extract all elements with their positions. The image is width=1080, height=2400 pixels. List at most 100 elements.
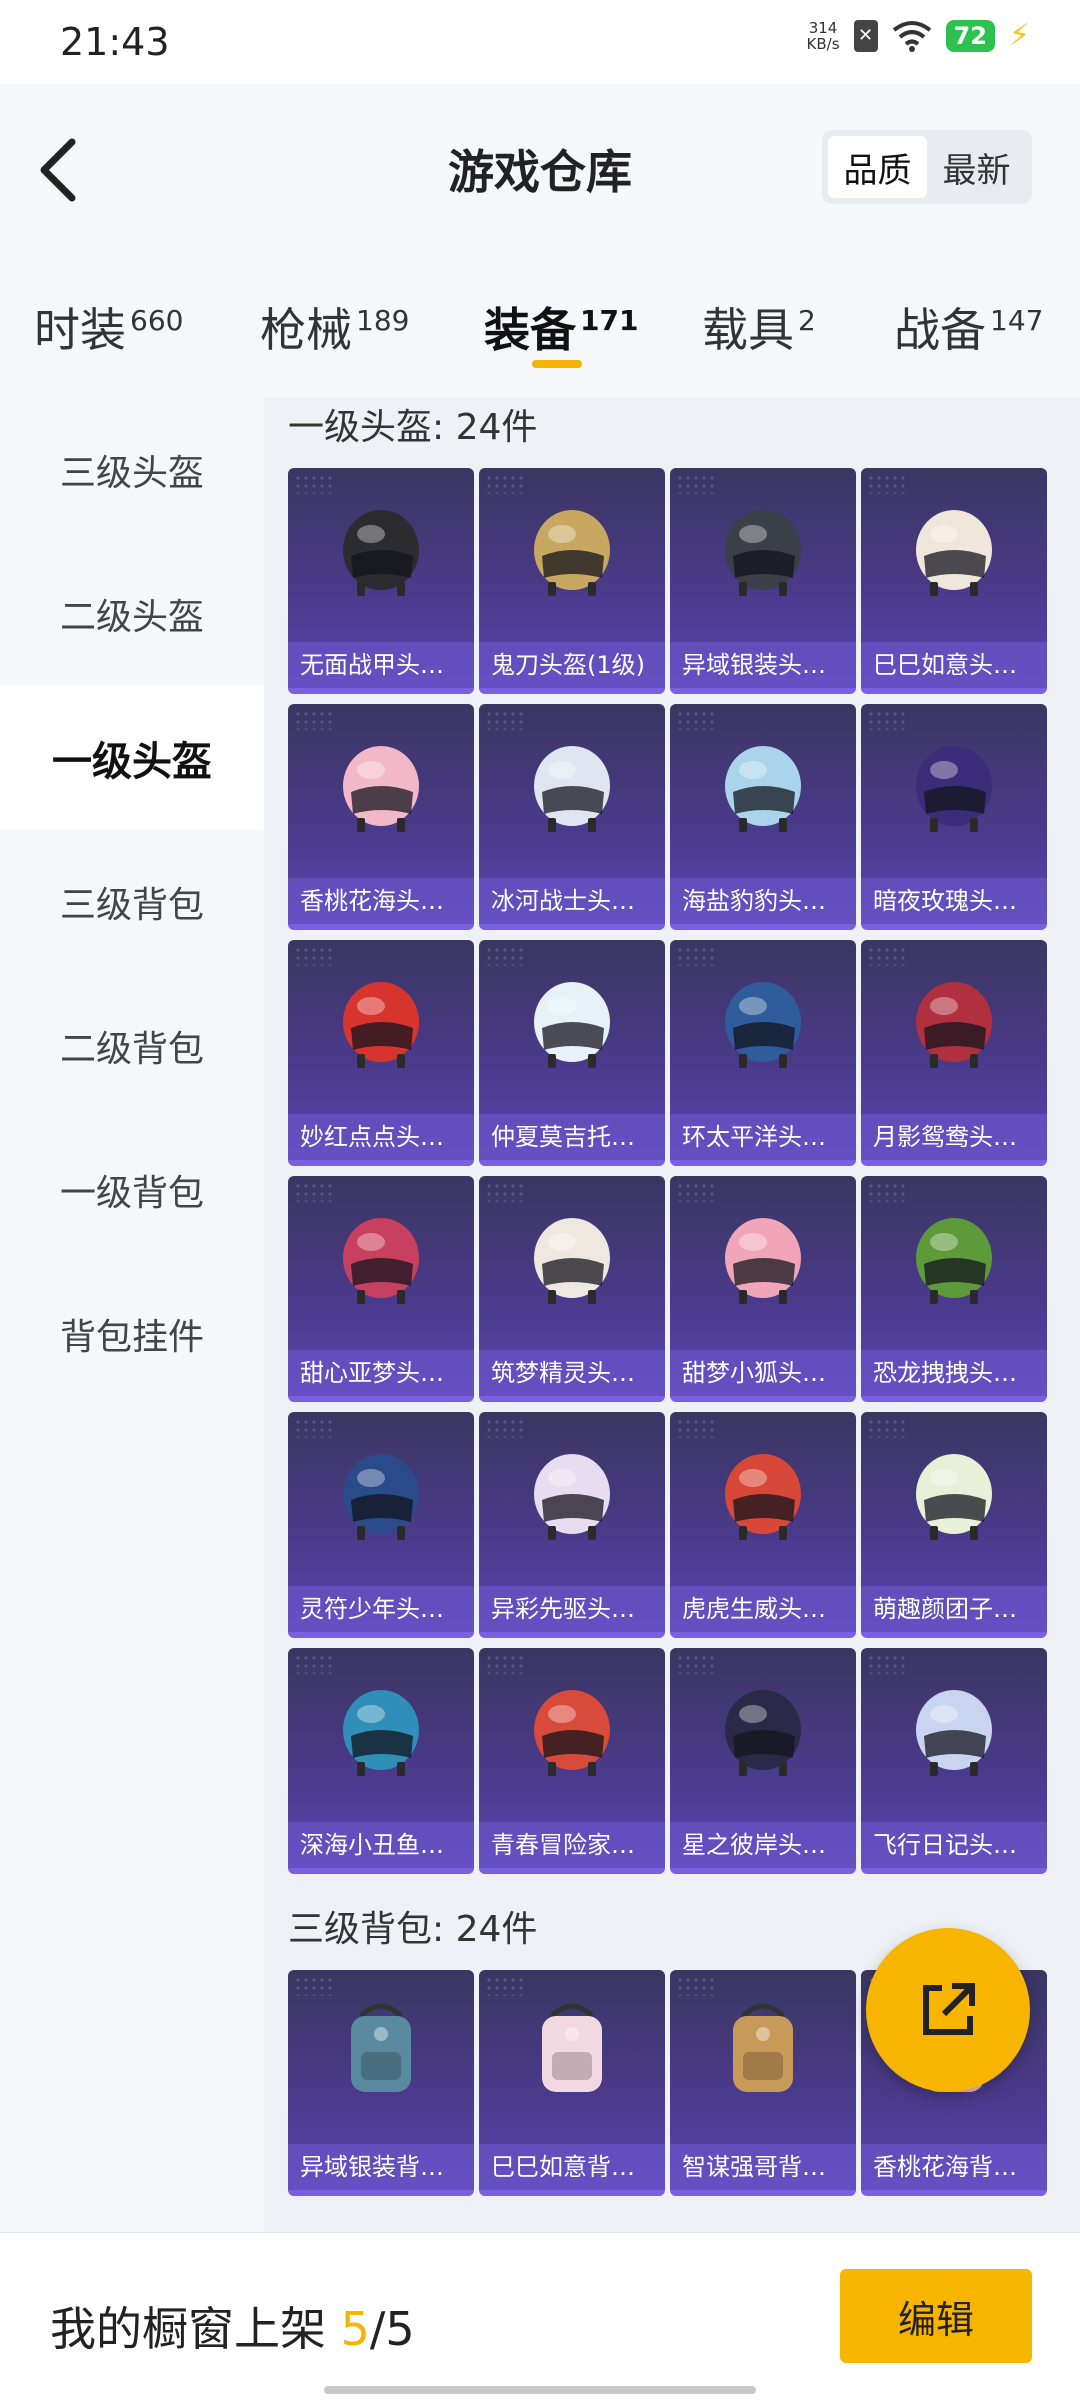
status-time: 21:43 xyxy=(60,20,170,64)
tab-label: 装备 xyxy=(484,303,576,357)
sidebar-item-level1-backpack[interactable]: 一级背包 xyxy=(0,1118,264,1262)
tab-equipment[interactable]: 装备 171 xyxy=(484,294,638,360)
helmet-item-card[interactable]: 暗夜玫瑰头… xyxy=(861,704,1047,930)
backpack-item-card[interactable]: 异域银装背… xyxy=(288,1970,474,2196)
helmet-icon xyxy=(522,1440,622,1550)
tab-count: 2 xyxy=(798,303,816,337)
helmet-item-card[interactable]: 海盐豹豹头… xyxy=(670,704,856,930)
edit-button[interactable]: 编辑 xyxy=(840,2269,1032,2363)
tab-guns[interactable]: 枪械 189 xyxy=(260,294,409,360)
helmet-item-card[interactable]: 月影鸳鸯头… xyxy=(861,940,1047,1166)
helmet-item-card[interactable]: 甜心亚梦头… xyxy=(288,1176,474,1402)
helmet-icon xyxy=(522,732,622,842)
helmet-item-card[interactable]: 妙红点点头… xyxy=(288,940,474,1166)
helmet-item-card[interactable]: 冰河战士头… xyxy=(479,704,665,930)
card-label: 海盐豹豹头… xyxy=(670,878,856,924)
helmet-icon xyxy=(331,1204,431,1314)
battery-indicator: 72 xyxy=(945,19,995,52)
header: 游戏仓库 品质 最新 xyxy=(0,84,1080,280)
sidebar-item-level2-helmet[interactable]: 二级头盔 xyxy=(0,542,264,686)
card-label: 异域银装背… xyxy=(288,2144,474,2190)
helmet-icon xyxy=(713,1440,813,1550)
helmet-icon xyxy=(713,1676,813,1786)
sidebar-item-level2-backpack[interactable]: 二级背包 xyxy=(0,974,264,1118)
card-label: 环太平洋头… xyxy=(670,1114,856,1160)
helmet-item-card[interactable]: 异域银装头… xyxy=(670,468,856,694)
tab-fashion[interactable]: 时装 660 xyxy=(34,294,183,360)
helmet-icon xyxy=(522,496,622,606)
backpack-item-card[interactable]: 智谋强哥背… xyxy=(670,1970,856,2196)
sidebar-item-level1-helmet[interactable]: 一级头盔 xyxy=(0,686,264,830)
net-speed: 314 KB/s xyxy=(807,20,840,52)
helmet-item-card[interactable]: 甜梦小狐头… xyxy=(670,1176,856,1402)
status-icons: 314 KB/s ✕ 72 ⚡ xyxy=(807,18,1030,53)
helmet-icon xyxy=(713,1204,813,1314)
helmet-icon xyxy=(331,968,431,1078)
home-indicator[interactable] xyxy=(324,2386,756,2394)
helmet-item-card[interactable]: 异彩先驱头… xyxy=(479,1412,665,1638)
card-pattern xyxy=(676,1182,716,1202)
card-pattern xyxy=(867,1182,907,1202)
card-label: 巳巳如意背… xyxy=(479,2144,665,2190)
backpack-item-card[interactable]: 巳巳如意背… xyxy=(479,1970,665,2196)
card-label: 冰河战士头… xyxy=(479,878,665,924)
tab-label: 战备 xyxy=(894,303,986,357)
helmet-icon xyxy=(713,732,813,842)
helmet-item-card[interactable]: 筑梦精灵头… xyxy=(479,1176,665,1402)
card-pattern xyxy=(676,1976,716,1996)
card-pattern xyxy=(676,946,716,966)
card-label: 智谋强哥背… xyxy=(670,2144,856,2190)
sort-toggle[interactable]: 品质 最新 xyxy=(822,130,1032,204)
helmet-item-card[interactable]: 无面战甲头… xyxy=(288,468,474,694)
tab-vehicles[interactable]: 载具 2 xyxy=(702,294,816,360)
card-label: 飞行日记头… xyxy=(861,1822,1047,1868)
sort-option-quality[interactable]: 品质 xyxy=(828,136,927,198)
helmet-item-card[interactable]: 恐龙拽拽头… xyxy=(861,1176,1047,1402)
helmet-item-card[interactable]: 鬼刀头盔(1级) xyxy=(479,468,665,694)
helmet-item-card[interactable]: 虎虎生威头… xyxy=(670,1412,856,1638)
card-label: 无面战甲头… xyxy=(288,642,474,688)
card-pattern xyxy=(676,474,716,494)
helmet-item-card[interactable]: 灵符少年头… xyxy=(288,1412,474,1638)
net-speed-value: 314 xyxy=(808,18,838,37)
helmet-icon xyxy=(904,1676,1004,1786)
card-label: 灵符少年头… xyxy=(288,1586,474,1632)
card-pattern xyxy=(485,946,525,966)
tab-gear[interactable]: 战备 147 xyxy=(894,294,1043,360)
helmet-icon xyxy=(904,732,1004,842)
card-pattern xyxy=(867,1654,907,1674)
sidebar-item-backpack-charm[interactable]: 背包挂件 xyxy=(0,1262,264,1406)
card-label: 虎虎生威头… xyxy=(670,1586,856,1632)
showcase-status: 我的橱窗上架 5/5 xyxy=(50,2293,415,2359)
sidebar-item-level3-backpack[interactable]: 三级背包 xyxy=(0,830,264,974)
helmet-item-card[interactable]: 巳巳如意头… xyxy=(861,468,1047,694)
card-label: 萌趣颜团子… xyxy=(861,1586,1047,1632)
card-label: 异域银装头… xyxy=(670,642,856,688)
helmet-item-card[interactable]: 仲夏莫吉托… xyxy=(479,940,665,1166)
helmet-icon xyxy=(522,1676,622,1786)
card-pattern xyxy=(485,1182,525,1202)
card-label: 恐龙拽拽头… xyxy=(861,1350,1047,1396)
helmet-item-card[interactable]: 飞行日记头… xyxy=(861,1648,1047,1874)
bottom-bar: 我的橱窗上架 5/5 编辑 xyxy=(0,2232,1080,2400)
status-bar: 21:43 314 KB/s ✕ 72 ⚡ xyxy=(0,0,1080,84)
card-label: 甜梦小狐头… xyxy=(670,1350,856,1396)
helmet-item-card[interactable]: 青春冒险家… xyxy=(479,1648,665,1874)
helmet-item-card[interactable]: 萌趣颜团子… xyxy=(861,1412,1047,1638)
card-pattern xyxy=(485,1976,525,1996)
sidebar-item-level3-helmet[interactable]: 三级头盔 xyxy=(0,398,264,542)
share-button[interactable] xyxy=(866,1928,1030,2092)
card-pattern xyxy=(485,1418,525,1438)
backpack-icon xyxy=(713,1998,813,2108)
card-label: 异彩先驱头… xyxy=(479,1586,665,1632)
helmet-icon xyxy=(522,1204,622,1314)
helmet-icon xyxy=(713,496,813,606)
helmet-item-card[interactable]: 环太平洋头… xyxy=(670,940,856,1166)
card-pattern xyxy=(294,1182,334,1202)
helmet-item-card[interactable]: 香桃花海头… xyxy=(288,704,474,930)
sort-option-newest[interactable]: 最新 xyxy=(927,136,1026,198)
helmet-item-card[interactable]: 星之彼岸头… xyxy=(670,1648,856,1874)
helmet-item-card[interactable]: 深海小丑鱼… xyxy=(288,1648,474,1874)
card-pattern xyxy=(485,710,525,730)
card-label: 青春冒险家… xyxy=(479,1822,665,1868)
